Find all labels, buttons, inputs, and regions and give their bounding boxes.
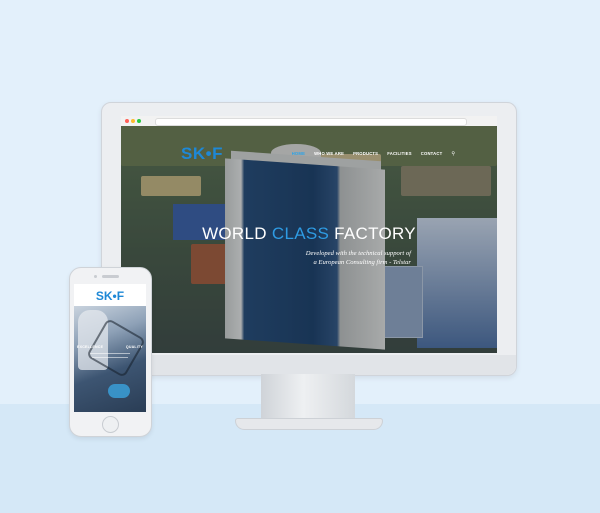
desktop-screen: SK•F HOME WHO WE ARE PRODUCTS FACILITIES… (121, 116, 497, 353)
maximize-dot-icon[interactable] (137, 119, 141, 123)
mobile-text-line (90, 353, 130, 354)
address-bar[interactable] (155, 118, 467, 126)
tagline-quality: QUALITY (125, 345, 143, 349)
nav-contact[interactable]: CONTACT (421, 151, 443, 157)
nav-products[interactable]: PRODUCTS (353, 151, 378, 157)
nav-who-we-are[interactable]: WHO WE ARE (314, 151, 344, 157)
site-logo[interactable]: SK•F (181, 144, 223, 164)
speaker-icon (102, 275, 119, 278)
nav-facilities[interactable]: FACILITIES (387, 151, 412, 157)
hero-subtitle-line2: a European Consulting firm - Telstar (313, 258, 411, 266)
hero-title: WORLD CLASS FACTORY (121, 224, 497, 244)
hero-section: SK•F HOME WHO WE ARE PRODUCTS FACILITIES… (121, 126, 497, 353)
mobile-logo[interactable]: SK•F (74, 289, 146, 303)
tagline-excellence: EXCELLENCE (77, 345, 104, 349)
monitor-neck (261, 374, 355, 420)
mobile-tagline: EXCELLENCE QUALITY (77, 345, 143, 349)
hero-subtitle: Developed with the technical support of … (231, 250, 411, 268)
close-dot-icon[interactable] (125, 119, 129, 123)
mobile-text-line (92, 357, 128, 358)
monitor-chin (102, 355, 516, 375)
mobile-hero: EXCELLENCE QUALITY (74, 306, 146, 412)
hero-title-accent: CLASS (271, 224, 330, 243)
mobile-screen: SK•F EXCELLENCE QUALITY (74, 284, 146, 412)
minimize-dot-icon[interactable] (131, 119, 135, 123)
mobile-header: SK•F (74, 284, 146, 306)
search-icon[interactable]: ⚲ (451, 151, 455, 157)
monitor-stand (235, 418, 383, 430)
hero-title-part2: FACTORY (329, 224, 416, 243)
home-button[interactable] (102, 416, 119, 433)
camera-icon (94, 275, 97, 278)
hero-title-part1: WORLD (202, 224, 272, 243)
nav-home[interactable]: HOME (292, 151, 305, 157)
hero-subtitle-line1: Developed with the technical support of (305, 250, 411, 257)
blue-glove (108, 384, 130, 398)
site-navigation: HOME WHO WE ARE PRODUCTS FACILITIES CONT… (292, 151, 455, 157)
